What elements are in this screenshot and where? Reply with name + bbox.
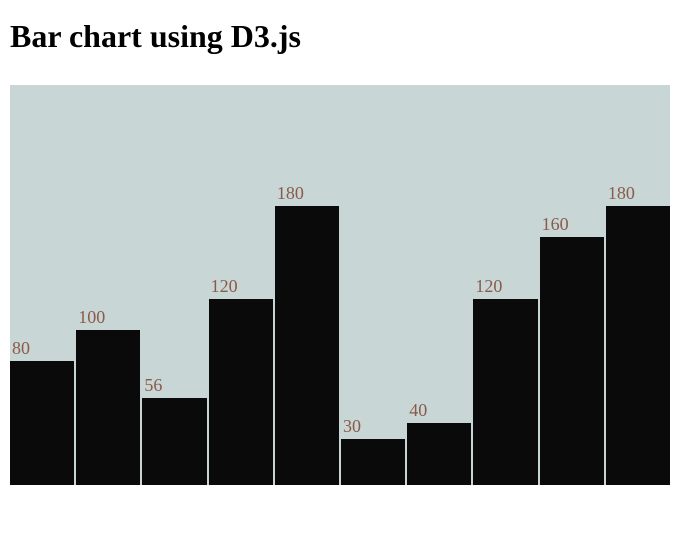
bar — [142, 398, 206, 485]
bar-group: 160 — [540, 85, 604, 485]
bar-value-label: 40 — [409, 400, 427, 421]
bar-value-label: 120 — [475, 276, 502, 297]
bars-area: 80 100 56 120 180 30 40 120 160 180 — [10, 85, 670, 485]
bar-value-label: 160 — [542, 214, 569, 235]
bar-group: 180 — [275, 85, 339, 485]
bar-group: 120 — [473, 85, 537, 485]
bar — [473, 299, 537, 485]
bar-group: 180 — [606, 85, 670, 485]
bar-value-label: 30 — [343, 416, 361, 437]
bar — [407, 423, 471, 485]
bar-value-label: 56 — [144, 375, 162, 396]
bar — [76, 330, 140, 485]
bar-group: 100 — [76, 85, 140, 485]
bar — [275, 206, 339, 485]
bar — [209, 299, 273, 485]
bar-value-label: 180 — [277, 183, 304, 204]
bar — [10, 361, 74, 485]
page-title: Bar chart using D3.js — [10, 18, 672, 55]
bar-group: 30 — [341, 85, 405, 485]
bar — [341, 439, 405, 486]
bar-value-label: 120 — [211, 276, 238, 297]
bar — [606, 206, 670, 485]
bar-value-label: 180 — [608, 183, 635, 204]
bar-chart: 80 100 56 120 180 30 40 120 160 180 — [10, 85, 670, 485]
bar-value-label: 80 — [12, 338, 30, 359]
bar — [540, 237, 604, 485]
bar-group: 80 — [10, 85, 74, 485]
bar-group: 56 — [142, 85, 206, 485]
bar-value-label: 100 — [78, 307, 105, 328]
bar-group: 40 — [407, 85, 471, 485]
bar-group: 120 — [209, 85, 273, 485]
